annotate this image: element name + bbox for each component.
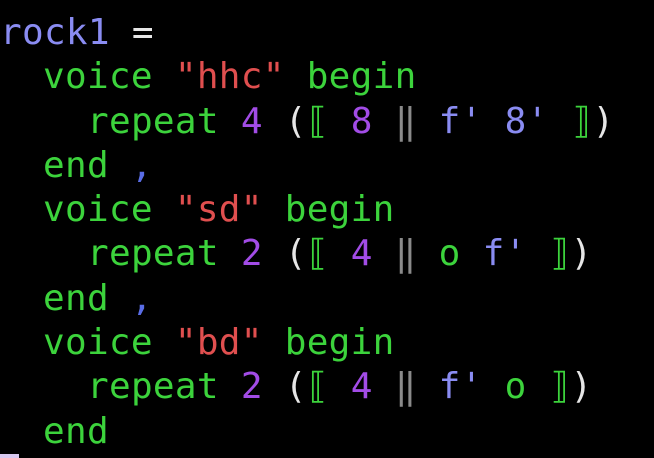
code-line[interactable]: voice "bd" begin (0, 321, 654, 365)
code-token: ⟧ (570, 100, 593, 142)
code-token: repeat (87, 233, 219, 275)
code-token: ( (262, 100, 307, 142)
code-token: ) (570, 233, 593, 275)
code-token: = (109, 12, 176, 53)
code-token: f' (416, 366, 505, 408)
code-token: rock1 (0, 12, 110, 53)
code-line[interactable]: repeat 4 (⟦ 8 ‖ f' 8' ⟧) (0, 100, 654, 144)
code-token: , (108, 144, 153, 186)
code-token: "hhc" (174, 56, 285, 98)
code-token: 4 (350, 366, 373, 408)
code-token: ( (262, 366, 307, 408)
code-line[interactable]: repeat 2 (⟦ 4 ‖ o f' ⟧) (0, 232, 654, 276)
code-line[interactable]: voice "hhc" begin (0, 55, 654, 99)
code-token: voice (43, 189, 153, 231)
code-editor[interactable]: rock1 = voice "hhc" begin repeat 4 (⟦ 8 … (0, 0, 654, 458)
code-token: "bd" (174, 322, 263, 364)
code-token: ⟦ (306, 100, 329, 142)
code-token: ) (592, 100, 615, 142)
code-token: 8 (350, 100, 373, 142)
code-line[interactable]: end (0, 410, 654, 454)
code-token: , (108, 277, 153, 319)
code-token: o (416, 233, 483, 275)
code-token: ‖ (394, 100, 417, 142)
code-token: 2 (240, 233, 263, 275)
text-cursor (0, 454, 19, 458)
code-token: 2 (240, 366, 263, 408)
code-token: begin (262, 322, 395, 364)
code-token: f' 8' (416, 100, 571, 142)
code-token: end (43, 410, 109, 452)
code-token: ‖ (394, 233, 417, 275)
code-token: end (43, 277, 109, 319)
code-token: ‖ (394, 366, 417, 408)
code-token: 4 (240, 100, 263, 142)
code-token: repeat (87, 100, 219, 142)
code-line[interactable]: end , (0, 144, 654, 188)
code-token: begin (262, 189, 395, 231)
code-token: ⟧ (548, 366, 571, 408)
code-token: ) (570, 366, 593, 408)
code-token: repeat (87, 366, 219, 408)
code-token: voice (43, 56, 153, 98)
code-token: ( (262, 233, 307, 275)
code-line[interactable]: repeat 2 (⟦ 4 ‖ f' o ⟧) (0, 365, 654, 409)
code-line[interactable]: end , (0, 277, 654, 321)
code-line[interactable]: voice "sd" begin (0, 188, 654, 232)
code-token: voice (43, 322, 153, 364)
code-token: ⟧ (548, 233, 571, 275)
code-token: begin (284, 56, 417, 98)
code-token: f' (482, 233, 549, 275)
code-token: ⟦ (306, 233, 329, 275)
code-token: 4 (350, 233, 373, 275)
code-token: ⟦ (306, 366, 329, 408)
code-token: end (43, 144, 109, 186)
code-token: o (504, 366, 549, 408)
code-line[interactable]: rock1 = (0, 11, 654, 55)
code-token: "sd" (174, 189, 263, 231)
